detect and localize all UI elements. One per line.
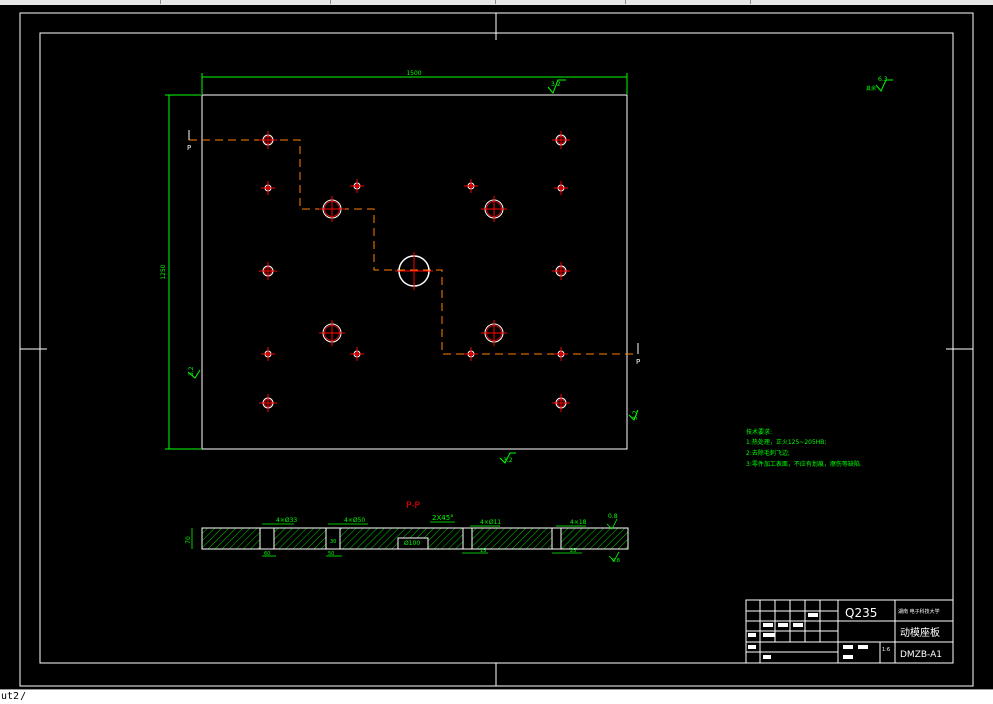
roughness-bottom: 3.2 (503, 457, 513, 464)
section-dim-s6: 0.8 (612, 558, 620, 564)
tech-req-title: 技术要求: (746, 428, 772, 436)
drawing-frame (19, 12, 974, 687)
section-dim-bore: Ø100 (404, 540, 420, 547)
roughness-top: 3.2 (551, 81, 561, 88)
section-dim-d5: 4×18 (570, 519, 587, 526)
drawing-code: DMZB-A1 (900, 650, 942, 660)
tab-segment[interactable] (330, 0, 496, 4)
drawing-canvas[interactable]: 1500 1250 3.2 3.2 3.2 3.2 其余 6.3 P P P-P (0, 5, 993, 689)
tab-segment[interactable] (0, 0, 161, 4)
dim-width: 1500 (406, 70, 421, 77)
section-dim-d2: 4×Ø50 (344, 517, 365, 524)
dimension-lines (165, 73, 893, 464)
tech-req-line: 1:热处理，正火125~205HB; (746, 438, 826, 446)
tech-req-line: 3:零件加工表面，不应有划痕，擦伤等缺陷. (746, 460, 862, 468)
section-mark-right: P (636, 358, 640, 366)
command-line[interactable]: ut2/ (0, 689, 993, 704)
section-dim-d1: 4×Ø33 (276, 517, 297, 524)
section-dim-thickness: 70 (185, 536, 192, 544)
section-dim-s5: 25 (570, 548, 576, 554)
tab-segment[interactable] (160, 0, 331, 4)
section-title: P-P (406, 501, 420, 511)
section-dim-s1: 60 (264, 551, 270, 557)
vertical-scrollbar[interactable] (975, 5, 993, 689)
dim-height: 1250 (160, 264, 167, 279)
section-view: 70 4×Ø33 4×Ø50 2X45° 4×Ø11 4×18 0.8 Ø100… (185, 513, 629, 564)
section-dim-s3: 50 (328, 551, 334, 557)
roughness-general-label: 其余 (866, 85, 876, 92)
section-dim-d3: 2X45° (432, 514, 454, 522)
tech-req-line: 2:去除毛刺飞边; (746, 449, 790, 457)
section-cut-line (188, 130, 639, 355)
roughness-right: 3.2 (632, 410, 639, 420)
part-name: 动模座板 (900, 626, 940, 639)
command-text: ut2 (1, 691, 20, 702)
section-dim-s2: 30 (330, 539, 336, 545)
section-mark-left: P (187, 144, 191, 152)
command-cursor: / (20, 691, 27, 702)
roughness-general: 6.3 (878, 76, 888, 83)
roughness-left: 3.2 (188, 366, 195, 376)
tab-segment[interactable] (625, 0, 751, 4)
section-dim-s4: 15 (480, 548, 486, 554)
school-name: 湖南 电子科技大学 (898, 608, 940, 615)
hole-pattern (259, 131, 570, 412)
tab-segment[interactable] (495, 0, 626, 4)
section-dim-d4: 4×Ø11 (480, 519, 501, 526)
drawing-scale: 1:6 (882, 647, 890, 653)
material: Q235 (845, 606, 877, 620)
section-dim-rough: 0.8 (608, 513, 618, 520)
technical-requirements: 技术要求: 1:热处理，正火125~205HB; 2:去除毛刺飞边; 3:零件加… (746, 428, 862, 468)
